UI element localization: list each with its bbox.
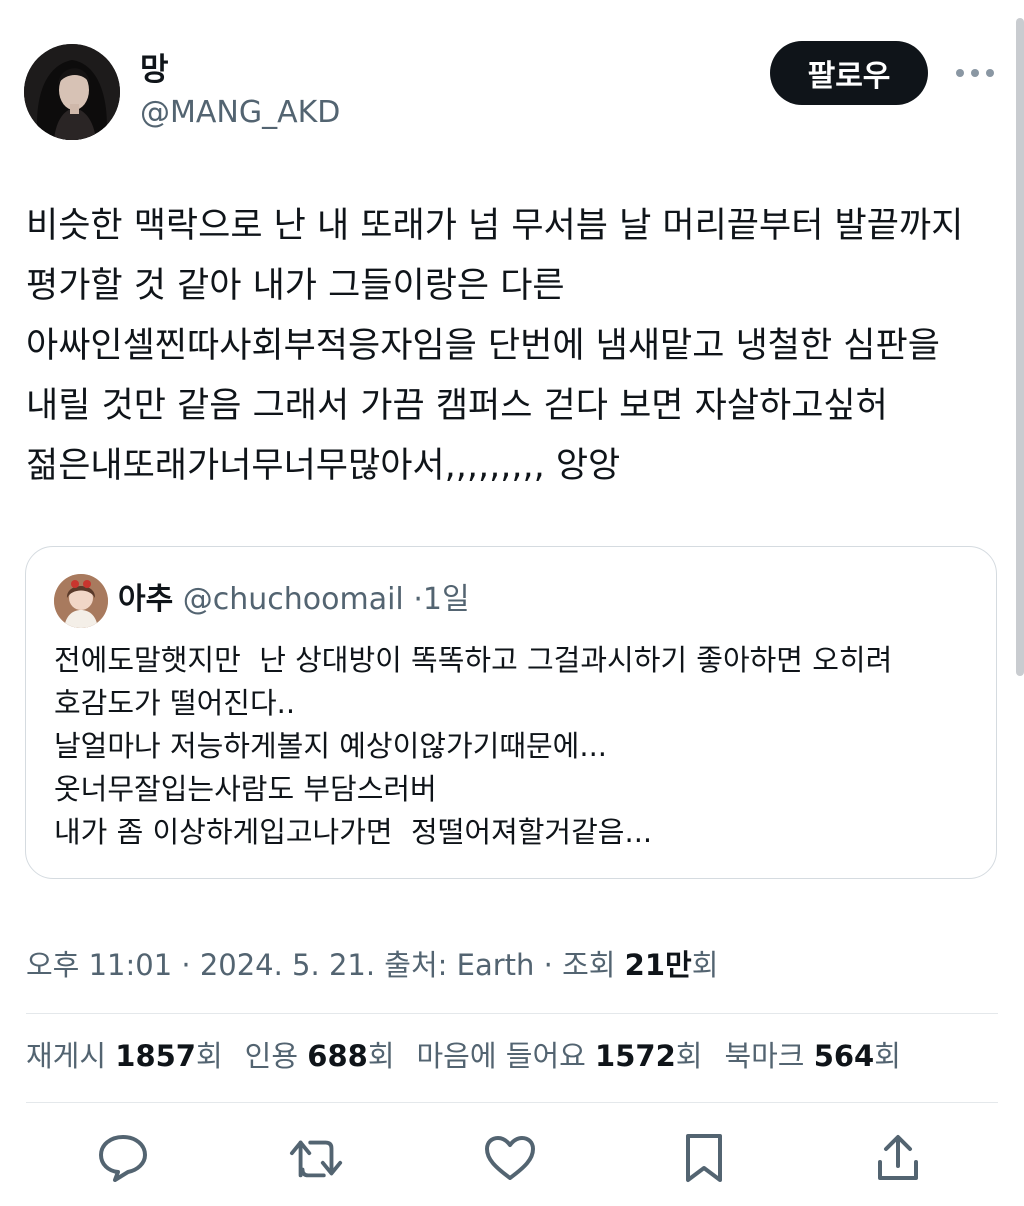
- quote-author-handle[interactable]: @chuchoomail: [183, 582, 404, 617]
- share-icon: [878, 1135, 918, 1180]
- tweet-source: 출처: Earth: [384, 948, 535, 982]
- views-label: 조회: [562, 948, 616, 982]
- author-avatar[interactable]: [24, 44, 120, 140]
- quote-header: 아추 @chuchoomail ·1일: [118, 581, 470, 619]
- follow-button[interactable]: 팔로우: [770, 41, 928, 105]
- quote-author-name[interactable]: 아추: [118, 582, 173, 617]
- scrollbar[interactable]: [1016, 18, 1024, 676]
- reply-icon: [99, 1135, 147, 1182]
- bookmarks-unit: 회: [874, 1039, 901, 1073]
- reposts-count: 1857: [115, 1039, 196, 1073]
- more-options-button[interactable]: [950, 56, 1000, 90]
- quotes-label: 인용: [244, 1039, 299, 1073]
- tweet-meta: 오후 11:01 · 2024. 5. 21. 출처: Earth · 조회 2…: [26, 945, 718, 985]
- reposts-stat[interactable]: 재게시 1857회: [26, 1039, 223, 1073]
- share-button[interactable]: [870, 1130, 926, 1186]
- tweet-date[interactable]: 2024. 5. 21.: [200, 948, 375, 982]
- quotes-count: 688: [307, 1039, 368, 1073]
- tweet-time[interactable]: 오후 11:01: [26, 948, 172, 982]
- quote-timestamp[interactable]: 1일: [423, 582, 470, 617]
- bookmark-icon: [686, 1134, 722, 1182]
- reposts-unit: 회: [195, 1039, 223, 1073]
- like-button[interactable]: [482, 1130, 538, 1186]
- likes-stat[interactable]: 마음에 들어요 1572회: [417, 1039, 703, 1073]
- more-dots-icon: [956, 69, 994, 77]
- divider: [26, 1013, 998, 1014]
- likes-label: 마음에 들어요: [416, 1039, 586, 1073]
- like-icon: [485, 1136, 535, 1180]
- quote-author-avatar[interactable]: [54, 574, 108, 628]
- views-suffix: 회: [691, 948, 719, 982]
- bookmark-button[interactable]: [676, 1130, 732, 1186]
- bookmarks-label: 북마크: [724, 1039, 805, 1073]
- views-count: 21만: [624, 948, 692, 982]
- quote-separator: ·: [413, 582, 423, 617]
- repost-button[interactable]: [289, 1130, 345, 1186]
- likes-count: 1572: [595, 1039, 676, 1073]
- quotes-stat[interactable]: 인용 688회: [245, 1039, 395, 1073]
- author-handle[interactable]: @MANG_AKD: [140, 95, 340, 131]
- author-display-name[interactable]: 망: [140, 52, 169, 88]
- tweet-stats: 재게시 1857회 인용 688회 마음에 들어요 1572회 북마크 564회: [26, 1036, 923, 1076]
- reply-button[interactable]: [95, 1130, 151, 1186]
- meta-separator: ·: [181, 948, 191, 982]
- meta-separator: ·: [543, 948, 553, 982]
- quotes-unit: 회: [367, 1039, 395, 1073]
- likes-unit: 회: [675, 1039, 703, 1073]
- quote-text: 전에도말햇지만 난 상대방이 똑똑하고 그걸과시하기 좋아하면 오히려 호감도가…: [54, 643, 893, 849]
- quoted-tweet-card[interactable]: 아추 @chuchoomail ·1일 전에도말햇지만 난 상대방이 똑똑하고 …: [25, 546, 997, 879]
- bookmarks-count: 564: [813, 1039, 875, 1073]
- repost-icon: [289, 1140, 343, 1178]
- tweet-text: 비슷한 맥락으로 난 내 또래가 넘 무서븜 날 머리끝부터 발끝까지 평가할 …: [26, 206, 975, 486]
- bookmarks-stat[interactable]: 북마크 564회: [724, 1039, 901, 1073]
- divider: [26, 1102, 998, 1103]
- reposts-label: 재게시: [26, 1039, 107, 1073]
